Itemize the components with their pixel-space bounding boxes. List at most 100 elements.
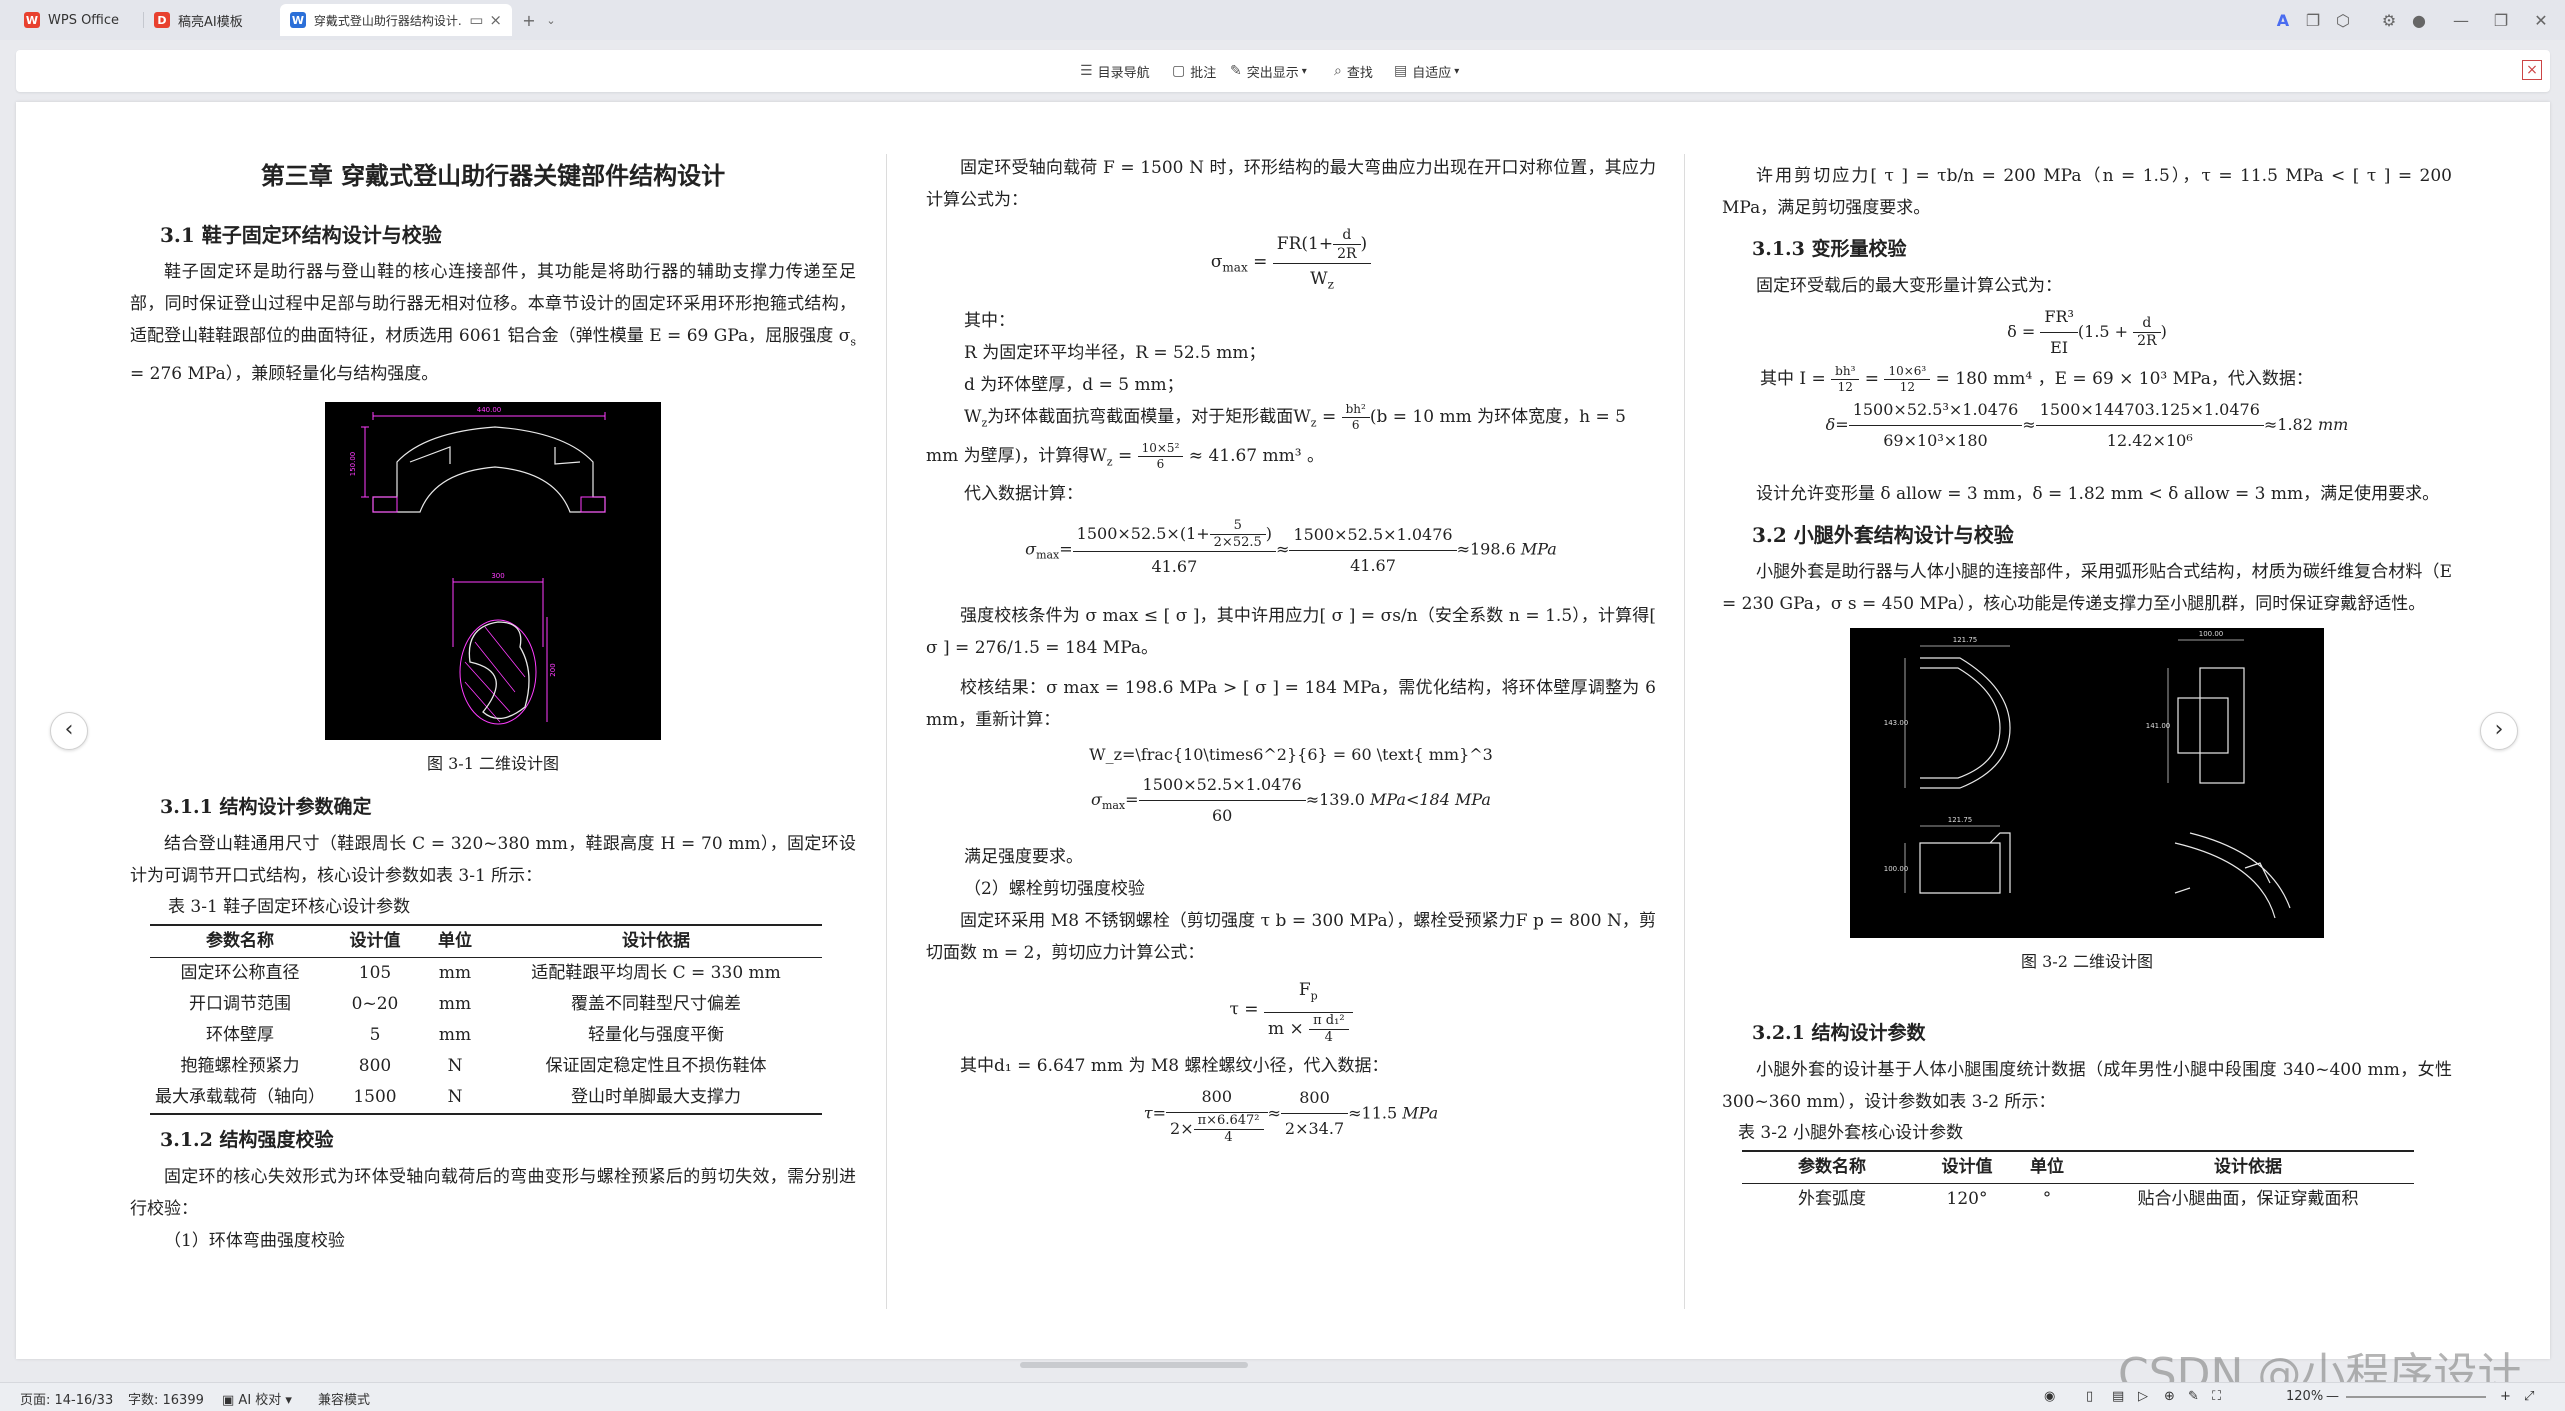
close-window-icon[interactable]: ✕	[2530, 10, 2552, 32]
table-row: 开口调节范围 0~20 mm 覆盖不同鞋型尺寸偏差	[189, 994, 741, 1015]
status-bar: 页面: 14-16/33 字数: 16399 ▣ AI 校对 ▾ 兼容模式 ◉ …	[0, 1382, 2565, 1411]
paragraph: 其中 I = bh³ 12 = 10×6³ 12 = 180 mm⁴ ，E = 69…	[1760, 364, 2313, 394]
formula-stress-optimized: σmax= 1500×52.5×1.0476 60 ≈139.0 MPa<184 MP…	[926, 770, 1656, 831]
page-view-icon[interactable]: ▯	[2086, 1389, 2093, 1404]
zoom-level[interactable]: 120%	[2286, 1389, 2323, 1404]
tab-wps-office[interactable]: W WPS Office	[14, 4, 144, 36]
ai-assistant-icon[interactable]: A	[2272, 10, 2294, 32]
table-3-1: 参数名称 设计值 单位 设计依据 固定环公称直径 105 mm 适配鞋跟平均周长 C …	[150, 924, 822, 1116]
svg-text:143.00: 143.00	[1884, 719, 1909, 727]
zoom-in-icon[interactable]: +	[2500, 1389, 2511, 1404]
highlight-button[interactable]: ✎ 突出显示 ▾	[1230, 60, 1307, 82]
find-button[interactable]: ⌕ 查找	[1334, 60, 1373, 82]
table-row: 环体壁厚 5 mm 轻量化与强度平衡	[206, 1025, 724, 1046]
tab-document[interactable]: W 穿戴式登山助行器结构设计... ▭ ×	[280, 4, 512, 36]
close-tab-icon[interactable]: ×	[489, 11, 502, 29]
fit-window-icon[interactable]: ⤢	[2524, 1389, 2534, 1404]
formula-bending-stress: σmax = FR(1+ d 2R) Wz	[926, 226, 1656, 299]
web-view-icon[interactable]: ⊕	[2164, 1389, 2175, 1404]
tab-bar: W WPS Office D 稿亮AI模板 W 穿戴式登山助行器结构设计... …	[0, 0, 2565, 40]
new-tab-icon[interactable]: +	[518, 10, 540, 32]
compat-mode-label: 兼容模式	[318, 1393, 371, 1408]
zoom-out-icon[interactable]: —	[2326, 1389, 2339, 1404]
paragraph: 小腿外套的设计基于人体小腿围度统计数据（成年男性小腿中段围度 340~400 m…	[1722, 1060, 2452, 1112]
wps-logo-icon: W	[24, 12, 40, 28]
section-3-1-3-heading: 3.1.3 变形量校验	[1752, 238, 1907, 260]
table-3-2: 参数名称 设计值 单位 设计依据 外套弧度 120° ° 贴合小腿曲面，保证穿戴面积	[1742, 1150, 2414, 1215]
paragraph: 校核结果：σ max = 198.6 MPa > [ σ ] = 184 MPa…	[926, 678, 1656, 731]
paragraph: 设计允许变形量 δ allow = 3 mm，δ = 1.82 mm < δ a…	[1756, 484, 2440, 504]
svg-text:100.00: 100.00	[1884, 865, 1909, 873]
edit-icon[interactable]: ✎	[2188, 1389, 2199, 1404]
next-page-button[interactable]: ›	[2480, 712, 2518, 750]
user-avatar-icon[interactable]: ●	[2408, 10, 2430, 32]
table-row: 最大承载载荷（轴向） 1500 N 登山时单脚最大支撑力	[150, 1082, 822, 1116]
horizontal-scrollbar[interactable]	[1020, 1362, 1248, 1368]
toc-nav-button[interactable]: ☰ 目录导航	[1080, 60, 1150, 82]
svg-text:440.00: 440.00	[477, 406, 502, 414]
formula-shear-calc: τ= 800 2× π×6.647² 4 ≈800 2×34.7 ≈11.5 MPa	[926, 1082, 1656, 1146]
column-divider	[886, 154, 887, 1309]
paragraph: d 为环体壁厚，d = 5 mm；	[964, 375, 1184, 396]
chevron-left-icon: ‹	[64, 717, 74, 742]
window-layout-icon[interactable]: ❐	[2302, 10, 2324, 32]
ai-proofread-button[interactable]: ▣ AI 校对 ▾	[222, 1389, 292, 1408]
fit-page-icon: ▤	[1394, 63, 1408, 79]
formula-wz: W_z=\frac{10\times6^2}{6} = 60 \text{ mm…	[1089, 745, 1493, 765]
paragraph: 鞋子固定环是助行器与登山鞋的核心连接部件，其功能是将助行器的辅助支撑力传递至足部…	[130, 262, 856, 385]
column-2: 固定环受轴向载荷 F = 1500 N 时，环形结构的最大弯曲应力出现在开口对称…	[926, 102, 1656, 1359]
table-header-row: 参数名称 设计值 单位 设计依据	[150, 924, 822, 959]
word-count[interactable]: 字数: 16399	[128, 1389, 204, 1408]
figure-3-1-image: 440.00 150.00 300 200	[325, 402, 661, 741]
eye-icon[interactable]: ◉	[2044, 1389, 2055, 1404]
formula-shear-stress: τ = Fp m × π d₁² 4	[926, 975, 1656, 1045]
outline-view-icon[interactable]: ▤	[2112, 1389, 2124, 1404]
word-doc-icon: W	[290, 12, 306, 28]
page-indicator[interactable]: 页面: 14-16/33	[20, 1389, 113, 1408]
formula-deformation: δ = FR³ EI (1.5 + d 2R)	[1722, 302, 2452, 363]
section-3-1-2-heading: 3.1.2 结构强度校验	[160, 1129, 334, 1152]
tab-list-chevron-icon[interactable]: ⌄	[540, 10, 562, 32]
highlight-icon: ✎	[1230, 63, 1242, 79]
prev-page-button[interactable]: ‹	[50, 712, 88, 750]
figure-3-2-image: 121.75 100.00 143.00 141.00 121.75 100.0…	[1850, 628, 2324, 938]
svg-text:150.00: 150.00	[349, 452, 357, 477]
comment-button[interactable]: ▢ 批注	[1172, 60, 1216, 82]
play-icon[interactable]: ▷	[2138, 1389, 2148, 1404]
paragraph: 强度校核条件为 σ max ≤ [ σ ]，其中许用应力[ σ ] = σs/n…	[926, 606, 1656, 659]
paragraph: 固定环的核心失效形式为环体受轴向载荷后的弯曲变形与螺栓预紧后的剪切失效，需分别进…	[130, 1167, 856, 1220]
paragraph: 固定环受载后的最大变形量计算公式为：	[1756, 276, 2062, 296]
zoom-slider[interactable]	[2346, 1396, 2486, 1398]
section-3-1-1-heading: 3.1.1 结构设计参数确定	[160, 796, 372, 819]
tab-label: WPS Office	[48, 12, 120, 28]
table-row: 固定环公称直径 105 mm 适配鞋跟平均周长 C = 330 mm	[180, 963, 781, 984]
search-icon: ⌕	[1334, 63, 1342, 79]
formula-deformation-calc: δ= 1500×52.5³×1.0476 69×10³×180 ≈1500×14470…	[1722, 395, 2452, 456]
paragraph: 其中：	[964, 311, 1015, 332]
settings-icon[interactable]: ⚙	[2378, 10, 2400, 32]
monitor-icon[interactable]: ▭	[469, 11, 483, 29]
table-row: 抱箍螺栓预紧力 800 N 保证固定稳定性且不损伤鞋体	[180, 1056, 767, 1077]
paragraph: 许用剪切应力[ τ ] = τb/n = 200 MPa（n = 1.5），τ …	[1722, 166, 2452, 218]
comment-icon: ▢	[1172, 63, 1186, 79]
minimize-icon[interactable]: —	[2450, 10, 2472, 32]
close-toolbar-icon[interactable]: ×	[2522, 60, 2542, 80]
svg-text:300: 300	[491, 572, 504, 580]
table-row: 外套弧度 120° ° 贴合小腿曲面，保证穿戴面积	[1798, 1189, 2359, 1209]
formula-stress-calc: σmax= 1500×52.5×(1+ 5 2×52.5) 41.67 ≈1500×52.…	[1025, 518, 1557, 577]
fullscreen-icon[interactable]: ⛶	[2212, 1389, 2221, 1404]
tab-template[interactable]: D 稿亮AI模板	[144, 4, 282, 36]
restore-icon[interactable]: ❐	[2490, 10, 2512, 32]
paragraph: 其中d₁ = 6.647 mm 为 M8 螺栓螺纹小径，代入数据：	[960, 1055, 1389, 1076]
svg-text:141.00: 141.00	[2146, 722, 2171, 730]
section-3-1-heading: 3.1 鞋子固定环结构设计与校验	[160, 223, 442, 247]
table-3-1-caption: 表 3-1 鞋子固定环核心设计参数	[168, 897, 411, 918]
figure-3-1-caption: 图 3-1 二维设计图	[427, 754, 559, 774]
chapter-title: 第三章 穿戴式登山助行器关键部件结构设计	[260, 161, 726, 190]
document-page: 第三章 穿戴式登山助行器关键部件结构设计 3.1 鞋子固定环结构设计与校验 鞋子…	[16, 102, 2550, 1359]
cube-icon[interactable]: ⬡	[2332, 10, 2354, 32]
chevron-right-icon: ›	[2494, 717, 2504, 742]
cad-drawing-1: 440.00 150.00 300 200	[349, 406, 606, 725]
fit-button[interactable]: ▤ 自适应 ▾	[1394, 60, 1459, 82]
reader-toolbar: ☰ 目录导航 ▢ 批注 ✎ 突出显示 ▾ ⌕ 查找 ▤ 自适应 ▾ ×	[16, 50, 2550, 92]
